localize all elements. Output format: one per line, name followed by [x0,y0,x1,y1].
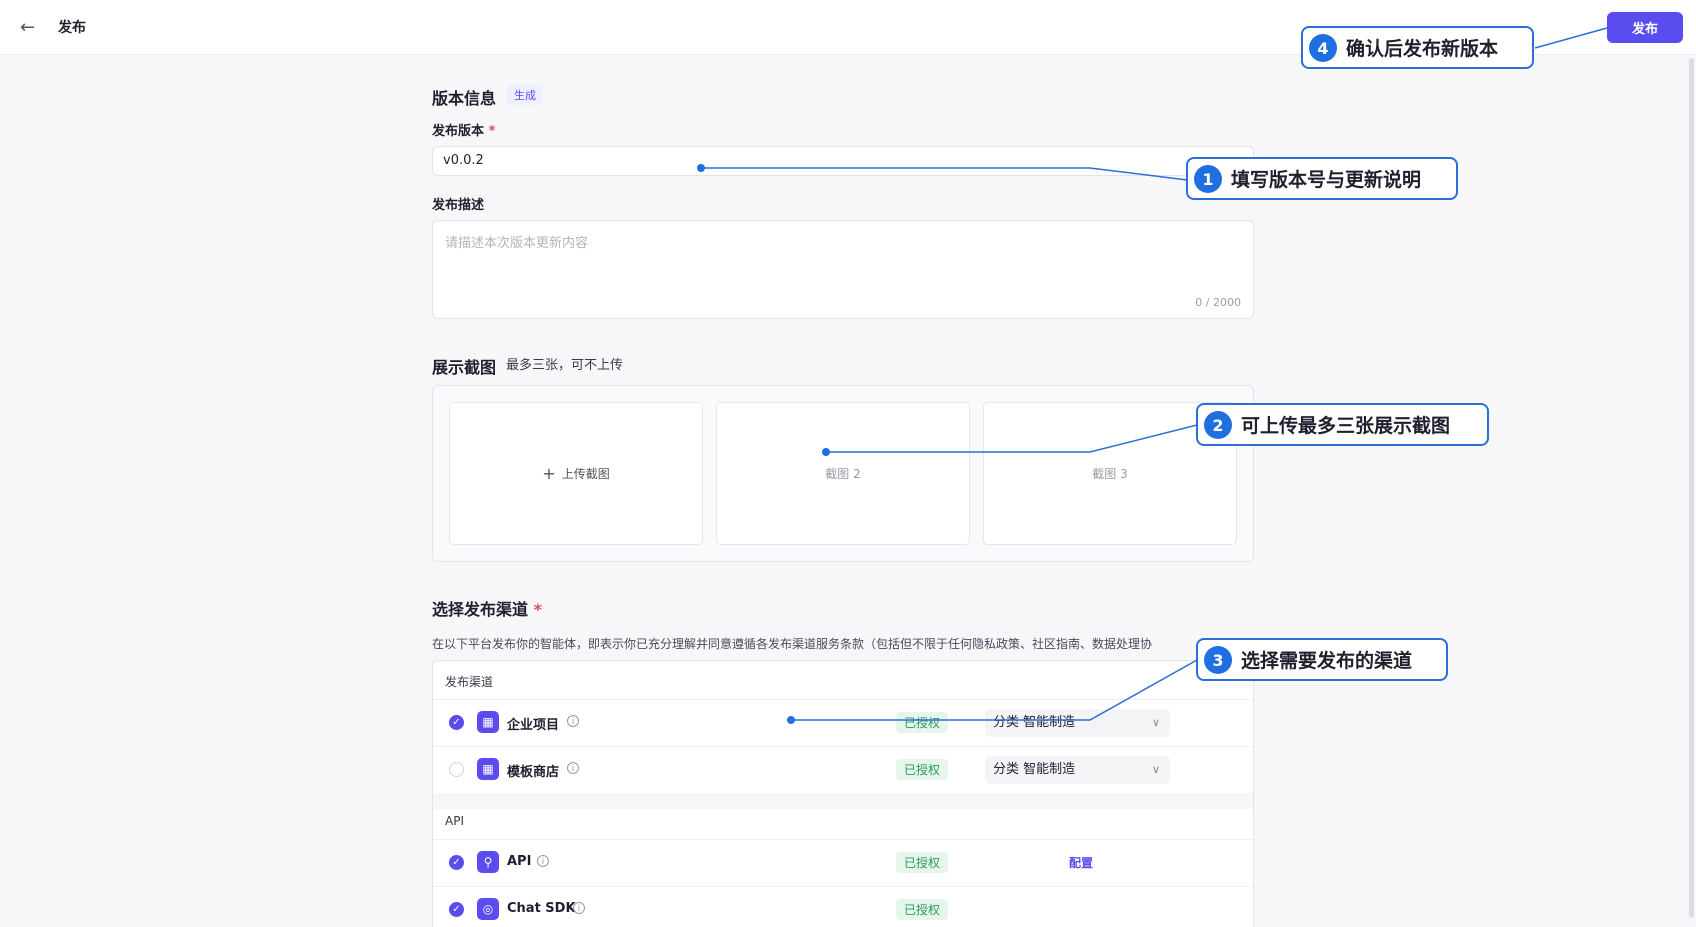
channels-title-text: 选择发布渠道 [432,600,529,619]
category-select[interactable]: 分类 智能制造 ∨ [985,709,1170,737]
grid-icon: ▦ [477,758,499,780]
info-icon[interactable]: i [567,762,579,774]
channel-row[interactable]: ✓ ◎ Chat SDK i 已授权 [433,886,1253,927]
checkbox-checked-icon[interactable]: ✓ [449,715,464,730]
callout-3: 3 选择需要发布的渠道 [1196,638,1448,681]
plus-icon: + [542,464,556,483]
version-label-text: 发布版本 [432,124,485,139]
checkbox-checked-icon[interactable]: ✓ [449,902,464,917]
status-badge: 已授权 [896,712,949,733]
generate-tag[interactable]: 生成 [507,85,543,105]
category-select-value: 分类 智能制造 [993,762,1076,777]
terms-text: 在以下平台发布你的智能体，即表示你已充分理解并同意遵循各发布渠道服务条款（包括但… [432,637,1153,651]
callout-text: 选择需要发布的渠道 [1241,650,1413,672]
callout-2: 2 可上传最多三张展示截图 [1196,403,1489,446]
callout-text: 填写版本号与更新说明 [1231,169,1422,191]
callout-1: 1 填写版本号与更新说明 [1186,157,1458,200]
upload-screenshot-button[interactable]: + 上传截图 [449,402,703,545]
group-title-publish: 发布渠道 [445,675,494,689]
screenshots-note: 最多三张，可不上传 [506,358,624,373]
chevron-down-icon: ∨ [1151,763,1160,776]
channel-row[interactable]: ✓ ⚲ API i 已授权 配置 [433,839,1253,886]
category-select[interactable]: 分类 智能制造 ∨ [985,756,1170,784]
channels-panel: 发布渠道 ✓ ▦ 企业项目 i 已授权 分类 智能制造 ∨ ▦ 模板商店 i 已… [432,660,1254,927]
channel-name: Chat SDK [507,901,576,916]
info-icon[interactable]: i [573,902,585,914]
upload-label: 上传截图 [561,467,610,481]
status-badge: 已授权 [896,759,949,780]
channel-name: API [507,854,532,869]
channels-required-mark: * [533,600,542,619]
channels-title: 选择发布渠道 * [432,596,542,620]
callout-number: 1 [1194,164,1222,193]
checkbox-unchecked-icon[interactable] [449,762,464,777]
screenshots-title: 展示截图 [432,358,497,377]
group-divider [433,793,1253,809]
chat-icon: ◎ [477,898,499,920]
channel-row[interactable]: ▦ 模板商店 i 已授权 分类 智能制造 ∨ [433,746,1253,793]
desc-label: 发布描述 [432,198,485,213]
status-badge: 已授权 [896,899,949,920]
info-icon[interactable]: i [537,855,549,867]
description-placeholder: 请描述本次版本更新内容 [445,236,589,251]
chevron-down-icon: ∨ [1151,716,1160,729]
screenshot-slot-2[interactable]: 截图 2 [716,402,970,545]
callout-number: 3 [1204,645,1232,674]
info-icon[interactable]: i [567,715,579,727]
callout-text: 确认后发布新版本 [1346,38,1499,60]
char-counter: 0 / 2000 [1195,296,1241,309]
callout-number: 4 [1309,33,1337,62]
screenshots-panel: + 上传截图 截图 2 截图 3 [432,385,1254,562]
channel-name: 企业项目 [507,718,560,733]
grid-icon: ▦ [477,711,499,733]
checkbox-checked-icon[interactable]: ✓ [449,855,464,870]
status-badge: 已授权 [896,852,949,873]
publish-button[interactable]: 发布 [1607,12,1683,43]
channel-row[interactable]: ✓ ▦ 企业项目 i 已授权 分类 智能制造 ∨ [433,699,1253,746]
version-label: 发布版本 * [432,120,495,139]
back-arrow-icon[interactable]: ← [20,18,40,38]
callout-number: 2 [1204,410,1232,439]
version-input[interactable]: v0.0.2 [432,146,1254,176]
category-select-value: 分类 智能制造 [993,715,1076,730]
config-link[interactable]: 配置 [1069,854,1093,871]
version-info-title: 版本信息 [432,89,497,108]
page-title: 发布 [58,20,86,36]
callout-text: 可上传最多三张展示截图 [1241,415,1451,437]
link-icon: ⚲ [477,851,499,873]
required-mark: * [488,124,496,139]
group-title-api: API [445,814,464,828]
callout-4: 4 确认后发布新版本 [1301,26,1534,69]
channel-name: 模板商店 [507,765,560,780]
description-textarea[interactable]: 请描述本次版本更新内容 0 / 2000 [432,220,1254,319]
page-scrollbar[interactable] [1689,58,1694,918]
